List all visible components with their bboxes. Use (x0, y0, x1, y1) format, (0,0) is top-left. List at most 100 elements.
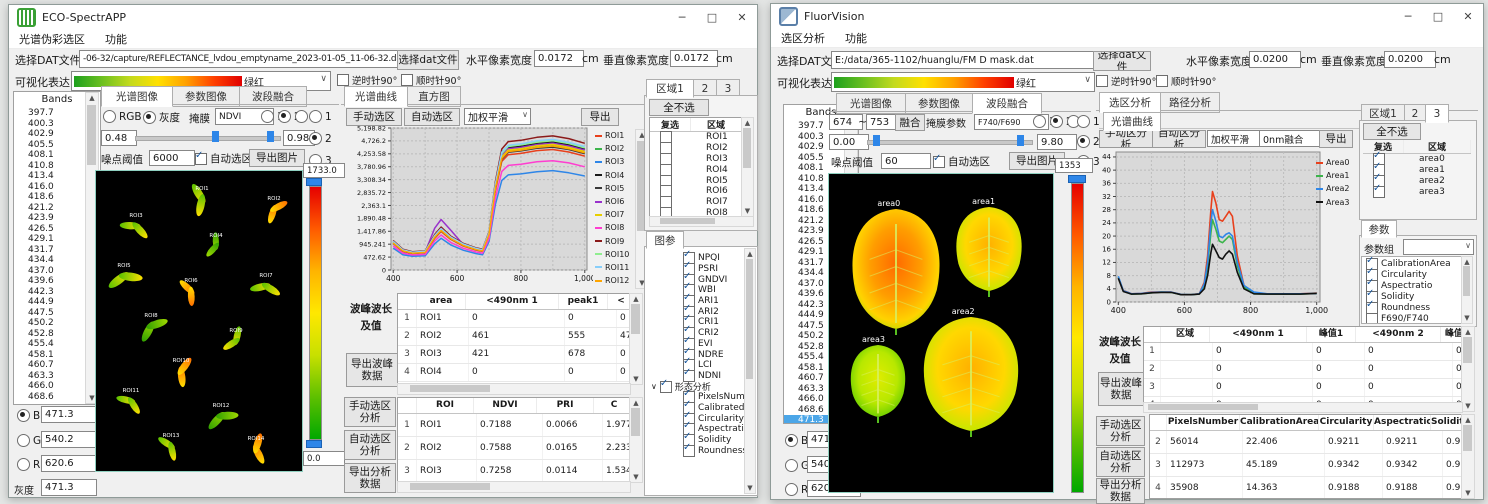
table-row[interactable]: 1ROI1000 (398, 310, 630, 328)
rotate-ccw-checkbox[interactable]: 逆时针90° (1096, 74, 1156, 88)
table-cell[interactable]: 35908 (1167, 477, 1243, 499)
param-tree-item[interactable]: NDRE (647, 349, 743, 360)
tab-spectral-curve[interactable]: 光谱曲线 (344, 86, 408, 107)
table-cell[interactable]: 555 (565, 328, 617, 345)
table-cell[interactable]: 0 (1313, 343, 1365, 360)
view-radio-1[interactable]: 1 (309, 110, 332, 123)
table-cell[interactable]: 0 (565, 310, 617, 327)
channel-r-value[interactable]: 620.6 (41, 455, 97, 472)
choose-dat-button[interactable]: 选择dat文件 (397, 50, 459, 70)
table-row[interactable]: 10000 (1144, 343, 1462, 361)
param-check-item[interactable]: Solidity (1366, 292, 1462, 303)
table-cell[interactable] (1161, 343, 1213, 360)
region-checkbox[interactable] (1373, 186, 1385, 198)
choose-dat-button[interactable]: 选择dat文件 (1093, 51, 1151, 71)
legend-item[interactable]: Area2 (1316, 182, 1356, 195)
table-cell[interactable]: ROI1 (417, 310, 469, 327)
table-header-cell[interactable]: area (417, 294, 466, 309)
channel-b-radio[interactable]: B (17, 409, 40, 422)
table-cell[interactable]: 4 (1150, 477, 1167, 499)
table-cell[interactable]: ROI2 (417, 437, 477, 459)
legend-item[interactable]: ROI10 (595, 248, 633, 261)
table-cell[interactable]: 0.0114 (543, 460, 603, 482)
region-row[interactable]: ROI2 (650, 143, 742, 154)
tab-region-1[interactable]: 区域1 (646, 79, 694, 98)
table-cell[interactable]: 678 (565, 346, 617, 363)
table-cell[interactable]: 1 (398, 414, 417, 436)
table-header-cell[interactable]: NDVI (474, 398, 537, 413)
manual-area-analyze-button[interactable]: 手动区分析 (1099, 130, 1153, 148)
table-cell[interactable]: 0 (1313, 361, 1365, 378)
export-image-button[interactable]: 导出图片 (249, 149, 305, 167)
table-header-cell[interactable]: <490nm 1 (466, 294, 559, 309)
maximize-button[interactable]: □ (1423, 4, 1453, 28)
table-cell[interactable]: 0.9211 (1325, 431, 1383, 453)
legend-item[interactable]: ROI5 (595, 182, 633, 195)
auto-roi-analyze-button[interactable]: 自动选区 分析 (344, 430, 396, 460)
table-header-cell[interactable]: C (594, 398, 631, 413)
colorbar-handle-top[interactable] (306, 178, 322, 186)
table-header-cell[interactable]: 峰值 (1441, 327, 1463, 342)
auto-select-checkbox[interactable]: 自动选区 (933, 154, 990, 169)
legend-item[interactable]: ROI12 (595, 274, 633, 287)
table-cell[interactable]: 0 (1213, 361, 1313, 378)
table-cell[interactable]: 0.7188 (477, 414, 543, 436)
table-row[interactable]: 2ROI20.75880.01652.2339 (398, 437, 630, 460)
manual-roi-analyze-button[interactable]: 手动选区 分析 (1096, 416, 1145, 446)
table-header-cell[interactable]: Solidity (1431, 415, 1463, 430)
manual-roi-button[interactable]: 手动选区 (346, 108, 402, 126)
table-cell[interactable]: 0.9211 (1383, 431, 1443, 453)
table-cell[interactable]: 0 (565, 364, 617, 381)
table-cell[interactable]: 0 (1365, 379, 1453, 396)
select-none-button[interactable]: 全不选 (1363, 123, 1421, 140)
param-check-item[interactable]: Roundness (1366, 303, 1462, 314)
peak-table-hscroll[interactable] (397, 383, 631, 395)
table-cell[interactable]: 421 (469, 346, 565, 363)
minimize-button[interactable]: ─ (667, 5, 697, 29)
channel-r-radio[interactable]: R (17, 458, 40, 471)
table-header-cell[interactable]: Circularity (1319, 415, 1374, 430)
param-check-item[interactable]: F690/F740 (1366, 313, 1462, 324)
table-cell[interactable]: 0 (469, 310, 565, 327)
auto-roi-analyze-button[interactable]: 自动选区 分析 (1096, 447, 1145, 477)
legend-item[interactable]: ROI1 (595, 129, 633, 142)
param-tree-item[interactable]: Roundness (647, 445, 743, 456)
table-cell[interactable]: 0.7258 (477, 460, 543, 482)
rotate-ccw-checkbox[interactable]: 逆时针90° (337, 73, 397, 87)
checkbox-icon[interactable] (1096, 75, 1108, 87)
manual-roi-analyze-button[interactable]: 手动选区 分析 (344, 397, 396, 427)
param-tree-v scroll[interactable]: ▲▼ (744, 248, 756, 494)
close-button[interactable]: ✕ (1453, 4, 1483, 28)
param-tree-item[interactable]: PSRI (647, 264, 743, 275)
table-header-cell[interactable] (1150, 415, 1167, 430)
param-check-item[interactable]: Aspectratio (1366, 281, 1462, 292)
region-row[interactable]: ROI4 (650, 164, 742, 175)
view-radio-2[interactable]: 2 (309, 132, 332, 145)
region-row[interactable]: ROI3 (650, 154, 742, 165)
table-cell[interactable]: 0.9342 (1443, 454, 1463, 476)
table-header-cell[interactable]: 区域 (1161, 327, 1210, 342)
param-tree-item[interactable]: LCI (647, 360, 743, 371)
table-cell[interactable] (1161, 361, 1213, 378)
peak-table-hscroll[interactable] (1143, 402, 1463, 413)
param-check-item[interactable]: CalibrationArea (1366, 259, 1462, 270)
table-cell[interactable]: 2 (398, 328, 417, 345)
menu-item-function[interactable]: 功能 (845, 30, 867, 46)
param-tree-item[interactable]: NPQI (647, 253, 743, 264)
table-cell[interactable]: 461 (469, 328, 565, 345)
tab-band-fusion[interactable]: 波段融合 (972, 93, 1042, 114)
noise-threshold-input[interactable]: 6000 (149, 150, 195, 166)
peak-table-vscroll[interactable]: ▲▼ (1461, 326, 1475, 412)
range-slider-handle-low[interactable] (873, 135, 880, 146)
export-analysis-button[interactable]: 导出分析 数据 (1096, 478, 1145, 504)
table-header-cell[interactable]: < (608, 294, 631, 309)
tab-spectral-image[interactable]: 光谱图像 (101, 86, 173, 107)
gray-radio[interactable]: 灰度 (143, 110, 180, 125)
colorbar-handle-bottom[interactable] (306, 440, 322, 448)
colorbar-min-value[interactable]: 0.0 (303, 451, 345, 466)
table-cell[interactable]: 2 (1150, 431, 1167, 453)
channel-b-radio[interactable]: B (785, 434, 808, 447)
h-pixel-width-input[interactable]: 0.0172 (534, 50, 584, 67)
table-row[interactable]: 3ROI34216780 (398, 346, 630, 364)
table-cell[interactable]: 0 (469, 364, 565, 381)
